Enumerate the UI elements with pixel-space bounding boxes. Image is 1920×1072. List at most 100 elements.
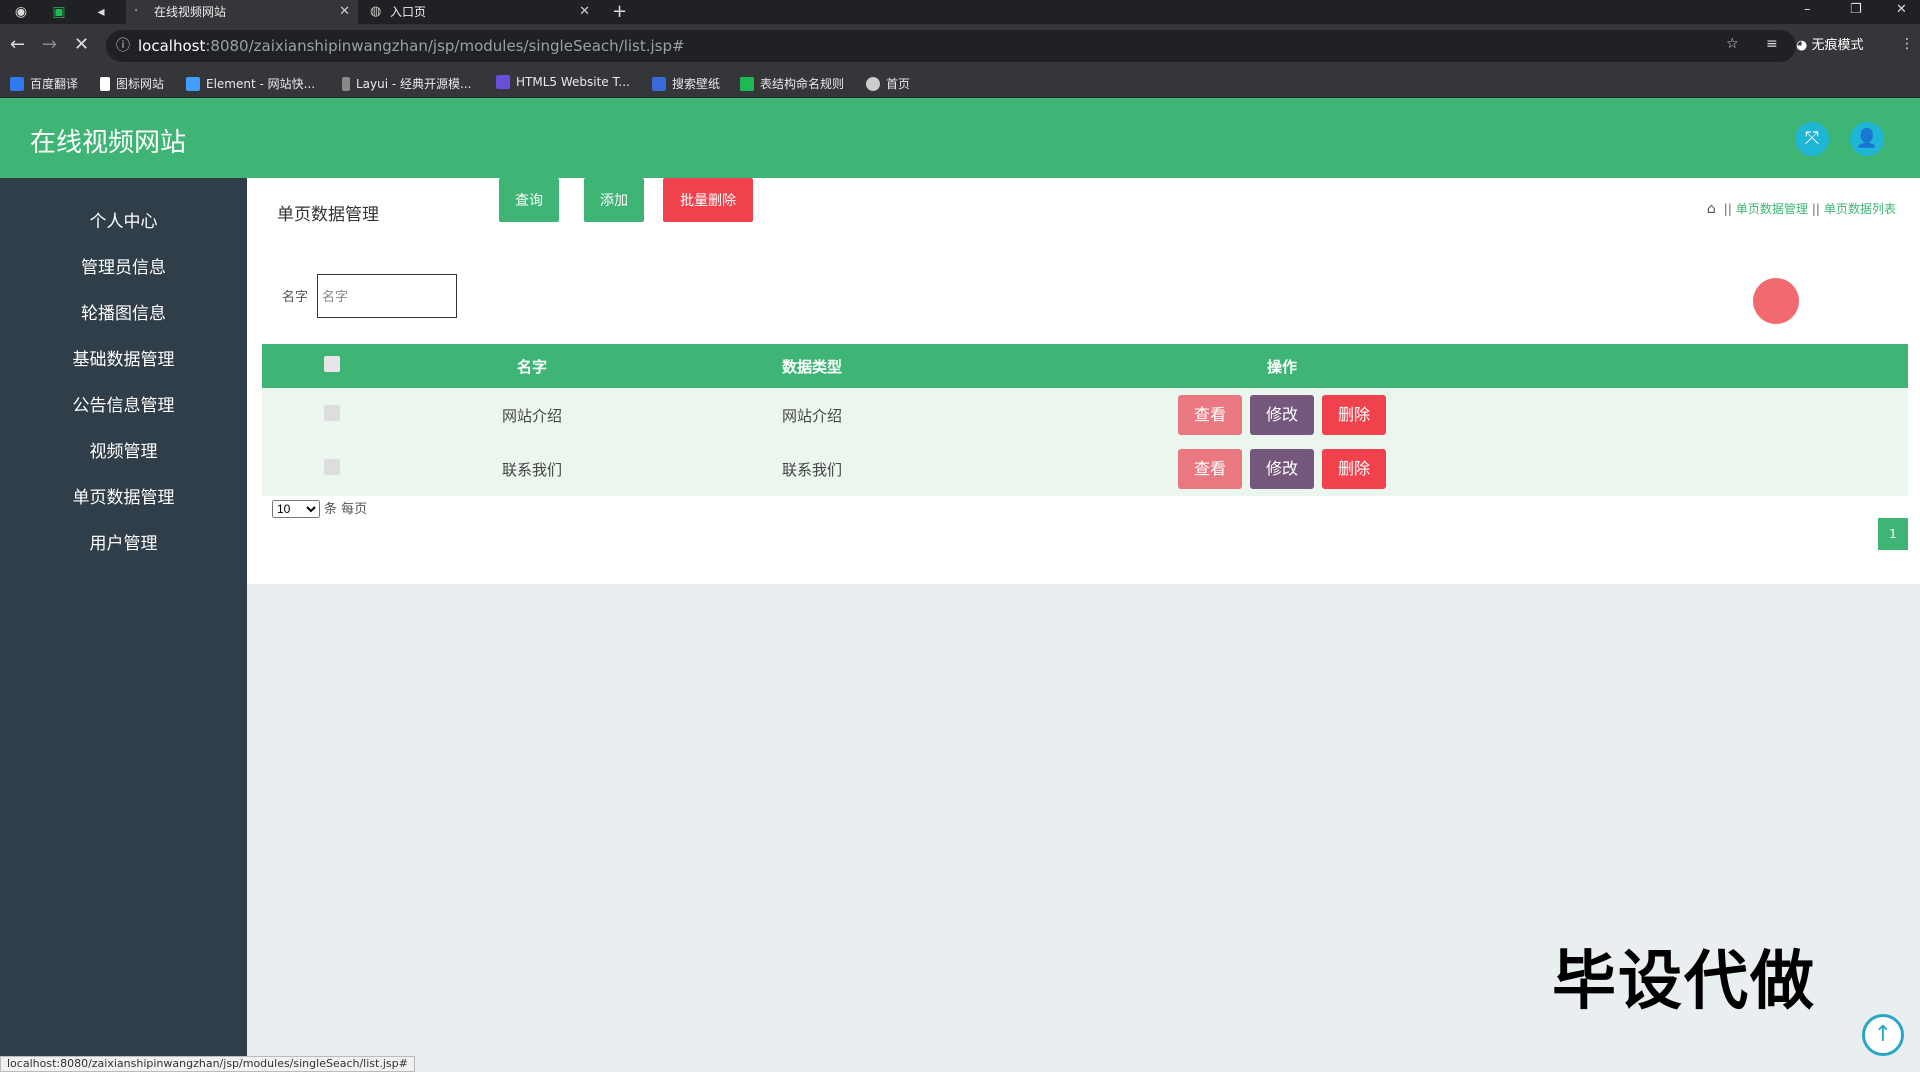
page-size-select[interactable]: 10 (272, 500, 320, 518)
page-title: 单页数据管理 (277, 205, 379, 225)
select-all-checkbox[interactable] (324, 356, 340, 372)
url-field[interactable]: ⓘ localhost:8080/zaixianshipinwangzhan/j… (106, 30, 1796, 62)
bookmark-item[interactable]: 表结构命名规则 (740, 75, 844, 92)
sidebar-item-admin-info[interactable]: 管理员信息 (0, 245, 247, 291)
forward-icon[interactable]: → (42, 34, 57, 55)
delete-button[interactable]: 删除 (1322, 395, 1386, 435)
stop-icon[interactable]: ✕ (74, 34, 89, 55)
sidebar-item-basic-data[interactable]: 基础数据管理 (0, 337, 247, 383)
breadcrumb-separator: || (1723, 202, 1732, 216)
wallpaper-icon (652, 77, 666, 91)
bookmark-label: HTML5 Website T... (516, 75, 630, 89)
flag-icon (100, 77, 110, 91)
back-icon[interactable]: ← (10, 34, 25, 55)
column-header-type: 数据类型 (781, 357, 842, 376)
loading-icon: · (134, 4, 139, 19)
bookmark-item[interactable]: Element - 网站快... (186, 75, 315, 92)
tab-active[interactable]: · 在线视频网站 ✕ (126, 0, 358, 24)
tab-title: 在线视频网站 (154, 5, 227, 19)
table-row: 联系我们 联系我们 查看 修改 删除 (262, 442, 1908, 496)
add-button[interactable]: 添加 (584, 178, 644, 222)
bookmark-item[interactable]: 图标网站 (100, 75, 164, 92)
more-menu-icon[interactable]: ⋮ (1900, 36, 1914, 52)
sidebar-item-videos[interactable]: 视频管理 (0, 429, 247, 475)
bookmark-label: 搜索壁纸 (672, 77, 721, 91)
incognito-badge[interactable]: ◕ 无痕模式 (1796, 34, 1864, 53)
view-button[interactable]: 查看 (1178, 449, 1242, 489)
minimize-icon[interactable]: – (1804, 0, 1811, 20)
sidebar-item-personal-center[interactable]: 个人中心 (0, 199, 247, 245)
bookmark-label: 图标网站 (116, 77, 165, 91)
query-button[interactable]: 查询 (499, 178, 559, 222)
chrome-icon[interactable]: ◉ (12, 3, 30, 21)
cell-type: 网站介绍 (781, 406, 842, 425)
edit-button[interactable]: 修改 (1250, 395, 1314, 435)
sidebar-item-single-page[interactable]: 单页数据管理 (0, 475, 247, 521)
bookmark-item[interactable]: 搜索壁纸 (652, 75, 720, 92)
cell-type: 联系我们 (781, 460, 842, 479)
delete-button[interactable]: 删除 (1322, 449, 1386, 489)
cell-name: 网站介绍 (501, 406, 562, 425)
breadcrumb-item[interactable]: 单页数据管理 (1736, 202, 1808, 216)
bookmark-label: 表结构命名规则 (760, 77, 845, 91)
browser-tab-bar: ◉ ▣ ◂ · 在线视频网站 ✕ ◍ 入口页 ✕ + – ❐ ✕ (0, 0, 1920, 24)
bookmark-label: 首页 (886, 77, 911, 91)
home-icon[interactable]: ⌂ (1707, 201, 1716, 217)
select-all-cell (262, 344, 402, 388)
bookmark-label: 百度翻译 (30, 77, 79, 91)
info-icon[interactable]: ⓘ (116, 30, 130, 62)
cell-actions: 查看 修改 删除 (962, 388, 1602, 442)
new-tab-button[interactable]: + (612, 0, 627, 24)
cell-name: 联系我们 (501, 460, 562, 479)
watermark-text: 毕设代做 (1552, 945, 1816, 1019)
view-button[interactable]: 查看 (1178, 395, 1242, 435)
bookmark-item[interactable]: 百度翻译 (10, 75, 78, 92)
batch-delete-button[interactable]: 批量删除 (663, 178, 753, 222)
globe-icon (866, 77, 880, 91)
status-bar-url: localhost:8080/zaixianshipinwangzhan/jsp… (0, 1056, 415, 1072)
window-close-icon[interactable]: ✕ (1896, 0, 1907, 20)
restore-icon[interactable]: ❐ (1850, 0, 1862, 20)
search-input[interactable] (317, 274, 457, 318)
bookmark-item[interactable]: Layui - 经典开源模... (342, 75, 471, 92)
cell-spacer (1602, 442, 1908, 496)
close-tab-icon[interactable]: ✕ (579, 0, 590, 24)
sidebar: 个人中心 管理员信息 轮播图信息 基础数据管理 公告信息管理 视频管理 单页数据… (0, 178, 247, 1072)
column-header-actions: 操作 (1266, 357, 1297, 376)
cursor-highlight (1753, 278, 1799, 324)
url-path: :8080/zaixianshipinwangzhan/jsp/modules/… (205, 37, 685, 55)
element-icon (186, 77, 200, 91)
data-table: 名字 数据类型 操作 网站介绍 网站介绍 查看修改删除 联系我们 联系我们 (262, 344, 1908, 496)
edit-button[interactable]: 修改 (1250, 449, 1314, 489)
cell-spacer (1602, 388, 1908, 442)
app-icon[interactable]: ▣ (50, 3, 68, 21)
sidebar-item-users[interactable]: 用户管理 (0, 521, 247, 567)
tab-inactive[interactable]: ◍ 入口页 ✕ (362, 0, 598, 24)
table-header-row: 名字 数据类型 操作 (262, 344, 1908, 388)
breadcrumb-separator: || (1811, 202, 1820, 216)
bookmark-star-icon[interactable]: ☆ (1726, 36, 1739, 52)
close-tab-icon[interactable]: ✕ (339, 0, 350, 24)
sidebar-item-announcements[interactable]: 公告信息管理 (0, 383, 247, 429)
row-select-cell (262, 442, 402, 496)
html5-icon (496, 75, 510, 89)
page-size-label: 条 每页 (324, 502, 368, 517)
row-checkbox[interactable] (324, 405, 340, 421)
page-number-button[interactable]: 1 (1878, 518, 1908, 550)
breadcrumb: ⌂ || 单页数据管理 || 单页数据列表 (1707, 200, 1896, 217)
breadcrumb-item[interactable]: 单页数据列表 (1824, 202, 1896, 216)
user-icon[interactable]: 👤 (1850, 122, 1884, 156)
bookmark-item[interactable]: 首页 (866, 75, 910, 92)
tab-search-icon[interactable]: ≡ (1766, 36, 1778, 52)
incognito-label: 无痕模式 (1811, 38, 1864, 53)
main-content: 单页数据管理 ⌂||单页数据管理||单页数据列表 名字 查询 添加 批量删除 名… (247, 178, 1920, 584)
fullscreen-icon[interactable]: ⤧ (1795, 122, 1829, 156)
sidebar-item-carousel-info[interactable]: 轮播图信息 (0, 291, 247, 337)
bookmark-item[interactable]: HTML5 Website T... (496, 75, 630, 89)
translate-icon (10, 77, 24, 91)
row-checkbox[interactable] (324, 459, 340, 475)
scroll-to-top-icon[interactable]: ↑ (1862, 1014, 1904, 1056)
layui-icon (342, 77, 350, 91)
mute-icon[interactable]: ◂ (92, 3, 110, 21)
page-size-control: 10 条 每页 (272, 498, 367, 518)
